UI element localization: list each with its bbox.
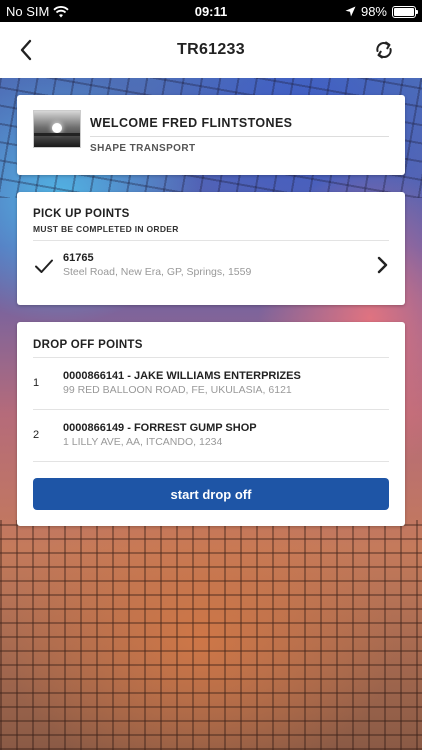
battery-percent: 98% (360, 4, 387, 19)
welcome-divider (90, 136, 389, 137)
dropoff-point-item[interactable]: 2 0000866149 - FORREST GUMP SHOP 1 LILLY… (17, 410, 405, 462)
pickup-point-address: Steel Road, New Era, GP, Springs, 1559 (63, 266, 252, 278)
refresh-button[interactable] (370, 36, 398, 64)
dropoff-index: 2 (33, 429, 40, 441)
page-title: TR61233 (177, 41, 245, 58)
logo-beam (34, 133, 80, 136)
welcome-title: WELCOME FRED FLINTSTONES (90, 116, 293, 130)
dropoff-address: 99 RED BALLOON ROAD, FE, UKULASIA, 6121 (63, 384, 292, 396)
dropoff-name: 0000866141 - JAKE WILLIAMS ENTERPRIZES (63, 370, 301, 382)
checkmark-icon (35, 259, 53, 273)
logo-sun (52, 123, 62, 133)
start-drop-off-button[interactable]: start drop off (33, 478, 389, 510)
status-bar: No SIM 09:11 98% (0, 0, 422, 22)
chevron-right-icon (377, 256, 388, 274)
pickup-point-id: 61765 (63, 252, 94, 264)
dropoff-address: 1 LILLY AVE, AA, ITCANDO, 1234 (63, 436, 223, 448)
refresh-icon (376, 41, 392, 59)
dropoff-row-divider (33, 461, 389, 462)
location-arrow-icon (345, 6, 356, 17)
pickup-subheading: MUST BE COMPLETED IN ORDER (33, 224, 179, 234)
navigation-bar: TR61233 (0, 22, 422, 78)
status-right: 98% (345, 4, 418, 19)
pickup-points-card: PICK UP POINTS MUST BE COMPLETED IN ORDE… (17, 192, 405, 305)
chevron-left-icon (20, 39, 32, 61)
battery-level-fill (394, 7, 414, 16)
company-logo-thumbnail (33, 110, 81, 148)
company-name: SHAPE TRANSPORT (90, 143, 196, 154)
battery-icon (392, 5, 418, 18)
dropoff-point-item[interactable]: 1 0000866141 - JAKE WILLIAMS ENTERPRIZES… (17, 358, 405, 410)
dropoff-points-card: DROP OFF POINTS 1 0000866141 - JAKE WILL… (17, 322, 405, 526)
dropoff-index: 1 (33, 377, 40, 389)
welcome-card: WELCOME FRED FLINTSTONES SHAPE TRANSPORT (17, 95, 405, 175)
dropoff-name: 0000866149 - FORREST GUMP SHOP (63, 422, 257, 434)
back-button[interactable] (12, 36, 40, 64)
dropoff-heading: DROP OFF POINTS (33, 339, 143, 351)
pickup-point-item[interactable]: 61765 Steel Road, New Era, GP, Springs, … (17, 241, 405, 301)
pickup-heading: PICK UP POINTS (33, 208, 130, 220)
background-building-bottom (0, 520, 422, 750)
